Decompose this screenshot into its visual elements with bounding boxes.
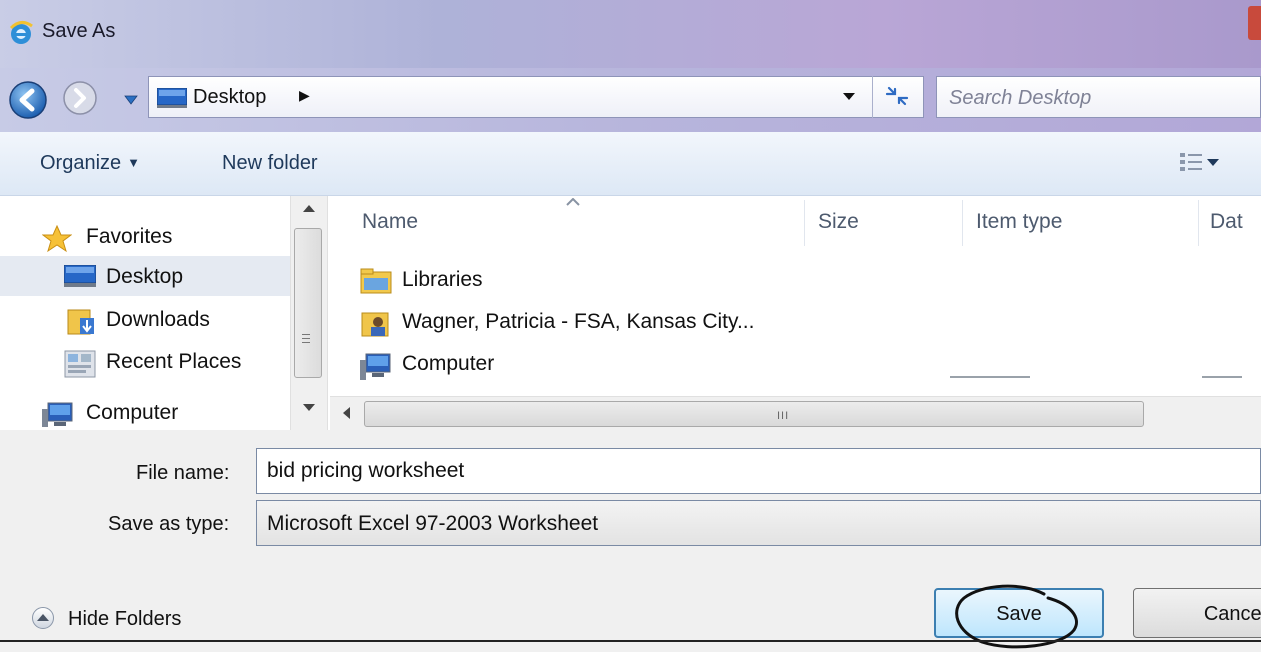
- address-location[interactable]: Desktop: [193, 86, 266, 109]
- address-chevron-icon[interactable]: ▶: [299, 87, 310, 104]
- nav-label-computer: Computer: [86, 401, 179, 424]
- scroll-up-icon[interactable]: [303, 204, 315, 212]
- file-row-libraries[interactable]: Libraries: [360, 262, 960, 300]
- column-header-size[interactable]: Size: [818, 210, 859, 234]
- file-row-user-folder[interactable]: Wagner, Patricia - FSA, Kansas City...: [360, 304, 960, 342]
- view-options-caret-icon[interactable]: [1207, 159, 1219, 167]
- computer-icon: [360, 353, 391, 380]
- save-as-type-label: Save as type:: [108, 513, 230, 535]
- file-row-computer[interactable]: Computer: [360, 346, 960, 384]
- refresh-button[interactable]: [872, 76, 921, 118]
- nav-label-downloads: Downloads: [106, 308, 210, 331]
- partially-hidden-row: [950, 376, 1250, 382]
- change-view-icon[interactable]: [1180, 152, 1202, 172]
- navigation-pane-scrollbar[interactable]: [290, 196, 328, 430]
- nav-item-downloads[interactable]: Downloads: [0, 299, 290, 339]
- horizontal-scroll-thumb[interactable]: III: [364, 401, 1144, 427]
- downloads-icon: [67, 309, 94, 335]
- nav-item-desktop[interactable]: Desktop: [0, 256, 290, 296]
- file-name: Wagner, Patricia - FSA, Kansas City...: [402, 310, 755, 333]
- libraries-icon: [360, 268, 392, 294]
- column-header-name[interactable]: Name: [362, 210, 418, 234]
- navigation-bar: Desktop ▶: [0, 68, 1261, 132]
- new-folder-button[interactable]: New folder: [222, 152, 318, 175]
- organize-menu-button[interactable]: Organize ▼: [40, 152, 140, 175]
- user-folder-icon: [361, 312, 389, 337]
- file-name-input[interactable]: [256, 448, 1261, 494]
- save-as-type-select[interactable]: Microsoft Excel 97-2003 Worksheet: [256, 500, 1261, 546]
- computer-icon: [42, 402, 73, 427]
- close-button[interactable]: [1248, 6, 1261, 40]
- organize-caret-icon: ▼: [127, 155, 141, 170]
- scroll-grip-icon: [302, 334, 310, 346]
- column-header-item-type[interactable]: Item type: [976, 210, 1062, 234]
- navigation-pane: Favorites Desktop Downloads Recent Place…: [0, 196, 290, 430]
- internet-explorer-icon: [9, 21, 33, 44]
- nav-item-favorites[interactable]: Favorites: [0, 216, 290, 256]
- scroll-down-icon[interactable]: [303, 404, 315, 412]
- window-title: Save As: [42, 20, 116, 42]
- title-bar: Save As: [0, 0, 1261, 68]
- scroll-left-icon[interactable]: [342, 407, 350, 419]
- nav-item-computer[interactable]: Computer: [0, 392, 290, 432]
- recent-pages-dropdown-icon[interactable]: [124, 95, 138, 105]
- star-icon: [42, 225, 72, 253]
- hide-folders-label: Hide Folders: [68, 608, 182, 630]
- refresh-icon: [885, 86, 909, 106]
- nav-label-desktop: Desktop: [106, 265, 184, 288]
- navigation-pane-scroll-thumb[interactable]: [294, 228, 322, 378]
- forward-button[interactable]: [62, 80, 98, 116]
- file-name: Computer: [402, 352, 495, 375]
- save-as-type-value: Microsoft Excel 97-2003 Worksheet: [267, 512, 599, 535]
- scroll-grip-icon: III: [777, 410, 790, 422]
- desktop-icon: [64, 265, 96, 287]
- nav-label-recent-places: Recent Places: [106, 350, 242, 373]
- file-name-label: File name:: [136, 462, 230, 484]
- file-list: Name Size Item type Dat Libraries Wagner…: [330, 196, 1261, 396]
- save-as-dialog: Save As Desktop ▶ Search Desktop Organiz…: [0, 0, 1261, 652]
- collapse-up-icon: [32, 607, 54, 629]
- nav-item-recent-places[interactable]: Recent Places: [0, 341, 290, 381]
- command-toolbar: Organize ▼ New folder: [0, 132, 1261, 196]
- bottom-border-line: [0, 640, 1261, 642]
- nav-label-favorites: Favorites: [86, 225, 173, 248]
- column-divider[interactable]: [804, 200, 805, 246]
- search-input[interactable]: [947, 82, 1251, 114]
- back-button[interactable]: [8, 80, 48, 120]
- column-divider[interactable]: [962, 200, 963, 246]
- desktop-icon: [157, 88, 187, 108]
- search-box[interactable]: [936, 76, 1261, 118]
- sort-ascending-icon: [566, 198, 580, 206]
- file-name: Libraries: [402, 268, 483, 291]
- cancel-button[interactable]: Cancel: [1133, 588, 1261, 638]
- column-divider[interactable]: [1198, 200, 1199, 246]
- file-list-horizontal-scrollbar[interactable]: III: [330, 396, 1261, 430]
- column-header-date[interactable]: Dat: [1210, 210, 1243, 234]
- organize-label: Organize: [40, 152, 122, 174]
- address-bar[interactable]: Desktop ▶: [148, 76, 924, 118]
- address-dropdown-icon[interactable]: [843, 93, 855, 101]
- recent-places-icon: [64, 350, 96, 378]
